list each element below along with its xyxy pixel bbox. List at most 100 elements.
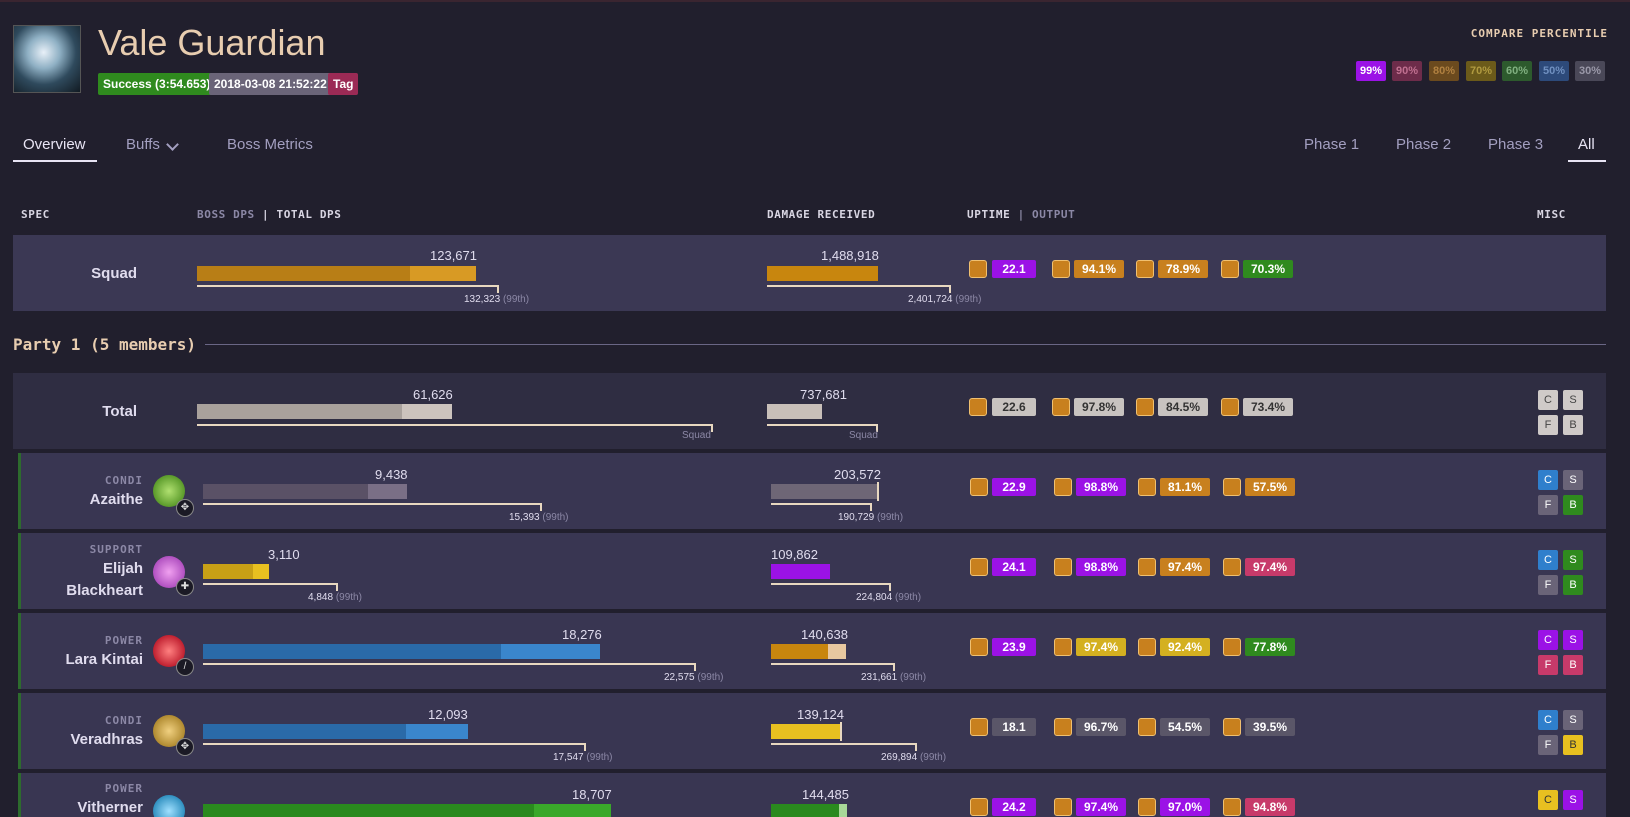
col-spec: SPEC: [21, 208, 50, 221]
squad-boss-dps-bar: [197, 266, 410, 281]
squad-dmg-value: 1,488,918: [821, 248, 879, 263]
misc-s[interactable]: S: [1563, 470, 1583, 490]
member-alacrity: 39.5%: [1245, 718, 1296, 736]
quickness-icon: [1138, 638, 1156, 656]
tab-phase-2[interactable]: Phase 2: [1396, 136, 1451, 153]
member-name: Elijah: [102, 560, 143, 577]
alacrity-icon: [1221, 260, 1239, 278]
percentile-99[interactable]: 99%: [1356, 61, 1387, 81]
total-quickness: 84.5%: [1158, 398, 1209, 416]
percentile-50[interactable]: 50%: [1539, 61, 1570, 81]
support-bone-icon: ✚: [176, 578, 194, 596]
misc-b[interactable]: B: [1563, 655, 1583, 675]
party-total-label: Total: [102, 403, 137, 420]
misc-c[interactable]: C: [1538, 550, 1558, 570]
squad-quickness: 78.9%: [1158, 260, 1209, 278]
tag-badge[interactable]: Tag: [328, 73, 359, 95]
member-role: CONDI: [104, 714, 143, 727]
misc-b[interactable]: B: [1563, 735, 1583, 755]
compare-percentile-title: COMPARE PERCENTILE: [1470, 27, 1608, 40]
squad-dmg-ref: 2,401,724 (99th): [908, 294, 982, 305]
total-dps-ref: Squad: [682, 430, 711, 441]
member-dmg-value: 203,572: [834, 467, 881, 482]
misc-f[interactable]: F: [1538, 495, 1558, 515]
squad-fury: 94.1%: [1074, 260, 1125, 278]
date-badge: 2018-03-08 21:52:22: [209, 73, 332, 95]
tab-phase-3[interactable]: Phase 3: [1488, 136, 1543, 153]
member-dmg-bar: [771, 564, 830, 579]
misc-s[interactable]: S: [1563, 710, 1583, 730]
quickness-icon: [1138, 798, 1156, 816]
misc-f[interactable]: F: [1538, 735, 1558, 755]
member-total-dps-bar: [501, 644, 600, 659]
total-might: 22.6: [992, 398, 1036, 416]
misc-c[interactable]: C: [1538, 790, 1558, 810]
squad-dmg-refline: [767, 285, 951, 287]
total-dmg-ref: Squad: [849, 430, 878, 441]
member-dmg-ref: 224,804 (99th): [856, 592, 922, 603]
quickness-icon: [1138, 558, 1156, 576]
member-name: Vitherner: [77, 799, 143, 816]
percentile-30[interactable]: 30%: [1575, 61, 1606, 81]
misc-f[interactable]: F: [1538, 655, 1558, 675]
member-dps-ref: 17,547 (99th): [553, 752, 613, 763]
member-boss-dps-bar: [203, 804, 534, 817]
percentile-80[interactable]: 80%: [1429, 61, 1460, 81]
col-uptime[interactable]: UPTIME: [967, 208, 1010, 221]
member-dmg-bar: [771, 644, 828, 659]
member-dps-ref: 15,393 (99th): [509, 512, 569, 523]
percentile-90[interactable]: 90%: [1392, 61, 1423, 81]
col-uptime-output: UPTIME | OUTPUT: [967, 208, 1075, 221]
percentile-70[interactable]: 70%: [1466, 61, 1497, 81]
col-sep-2: |: [1017, 208, 1025, 221]
tab-boss-metrics[interactable]: Boss Metrics: [227, 136, 313, 153]
squad-dps-reftick: [497, 285, 499, 293]
member-fury: 98.8%: [1076, 558, 1127, 576]
tab-all[interactable]: All: [1578, 136, 1595, 153]
misc-c[interactable]: C: [1538, 710, 1558, 730]
misc-c[interactable]: C: [1538, 390, 1558, 410]
col-output[interactable]: OUTPUT: [1032, 208, 1075, 221]
squad-total-dps-bar: [410, 266, 476, 281]
misc-f[interactable]: F: [1538, 415, 1558, 435]
misc-f[interactable]: F: [1538, 575, 1558, 595]
col-total-dps[interactable]: TOTAL DPS: [276, 208, 341, 221]
fury-icon: [1054, 638, 1072, 656]
tab-phase-1[interactable]: Phase 1: [1304, 136, 1359, 153]
member-alacrity: 94.8%: [1245, 798, 1296, 816]
member-name: Lara Kintai: [65, 651, 143, 668]
tab-overview[interactable]: Overview: [23, 136, 86, 153]
member-total-dps-bar: [406, 724, 468, 739]
misc-s[interactable]: S: [1563, 550, 1583, 570]
alacrity-icon: [1221, 398, 1239, 416]
member-quickness: 92.4%: [1160, 638, 1211, 656]
member-dmg-value: 109,862: [771, 547, 818, 562]
top-border: [0, 0, 1630, 2]
squad-alacrity: 70.3%: [1243, 260, 1294, 278]
misc-b[interactable]: B: [1563, 575, 1583, 595]
col-boss-dps[interactable]: BOSS DPS: [197, 208, 255, 221]
squad-dps-refline: [197, 285, 499, 287]
member-name-line2: Blackheart: [66, 582, 143, 599]
misc-s[interactable]: S: [1563, 790, 1583, 810]
member-dmg-ref: 190,729 (99th): [838, 512, 904, 523]
member-boss-dps-bar: [203, 644, 501, 659]
squad-might: 22.1: [992, 260, 1036, 278]
misc-s[interactable]: S: [1563, 390, 1583, 410]
total-total-dps-bar: [402, 404, 452, 419]
status-badge: Success (3:54.653): [98, 73, 216, 95]
misc-c[interactable]: C: [1538, 630, 1558, 650]
misc-b[interactable]: B: [1563, 415, 1583, 435]
quickness-icon: [1138, 718, 1156, 736]
member-role: SUPPORT: [89, 543, 143, 556]
alacrity-icon: [1223, 798, 1241, 816]
member-dmg-value: 139,124: [797, 707, 844, 722]
chevron-down-icon[interactable]: [166, 138, 179, 151]
misc-c[interactable]: C: [1538, 470, 1558, 490]
percentile-60[interactable]: 60%: [1502, 61, 1533, 81]
quickness-icon: [1136, 398, 1154, 416]
misc-s[interactable]: S: [1563, 630, 1583, 650]
tab-buffs[interactable]: Buffs: [126, 136, 160, 153]
misc-b[interactable]: B: [1563, 495, 1583, 515]
alacrity-icon: [1223, 718, 1241, 736]
